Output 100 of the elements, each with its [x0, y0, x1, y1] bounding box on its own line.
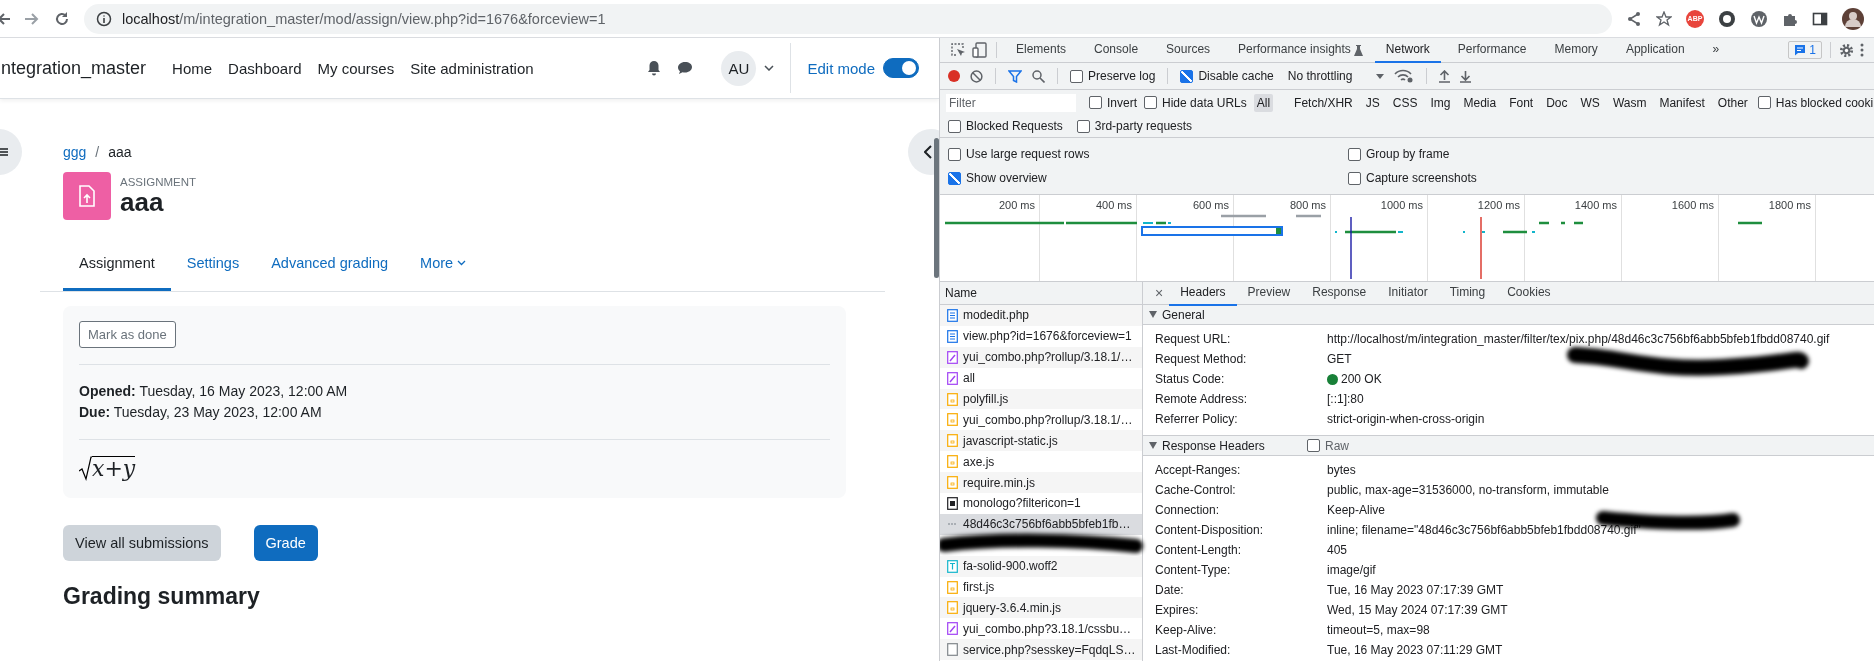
grade-button[interactable]: Grade: [253, 525, 318, 561]
column-header[interactable]: Name: [940, 282, 1142, 305]
more-tabs-button[interactable]: »: [1701, 38, 1731, 63]
back-icon[interactable]: [0, 10, 10, 27]
tab[interactable]: Assignment: [63, 238, 171, 291]
type-filter-button[interactable]: WS: [1577, 93, 1603, 112]
issues-badge[interactable]: 1: [1788, 41, 1822, 59]
type-filter-button[interactable]: Font: [1506, 93, 1537, 112]
type-filter-button[interactable]: All: [1253, 93, 1274, 112]
checkbox[interactable]: [948, 171, 961, 185]
nav-link[interactable]: Site administration: [410, 59, 534, 77]
request-row[interactable]: all: [940, 367, 1142, 389]
tab[interactable]: Settings: [170, 238, 256, 291]
request-row[interactable]: require.min.js: [940, 472, 1142, 493]
request-row[interactable]: modedit.php: [940, 305, 1142, 326]
bell-icon[interactable]: [647, 60, 662, 76]
inspect-icon[interactable]: [950, 42, 966, 58]
detail-tab[interactable]: Timing: [1438, 280, 1497, 306]
chevron-down-icon[interactable]: [457, 260, 467, 266]
clear-icon[interactable]: [970, 69, 983, 83]
checkbox[interactable]: [1180, 69, 1194, 83]
devtools-tab[interactable]: Memory: [1543, 38, 1609, 63]
settings-icon[interactable]: [1839, 42, 1854, 58]
devtools-tab[interactable]: Console: [1083, 38, 1150, 63]
search-icon[interactable]: [1032, 69, 1045, 83]
user-avatar[interactable]: AU: [721, 50, 757, 86]
info-icon[interactable]: [96, 10, 112, 27]
address-bar[interactable]: localhost/m/integration_master/mod/assign/view.php?id=1676&forceview=1: [84, 3, 1612, 34]
request-row[interactable]: javascript-static.js: [940, 430, 1142, 452]
chevron-down-icon[interactable]: [764, 65, 775, 71]
type-filter-button[interactable]: CSS: [1389, 93, 1421, 112]
record-button[interactable]: [948, 70, 960, 82]
request-row[interactable]: monologo?filtericon=1: [940, 493, 1142, 514]
checkbox[interactable]: [1348, 171, 1361, 185]
type-filter-button[interactable]: Fetch/XHR: [1291, 93, 1356, 112]
devtools-tab[interactable]: Sources: [1155, 38, 1222, 63]
checkbox[interactable]: [1348, 147, 1361, 161]
reload-icon[interactable]: [54, 10, 70, 27]
kebab-menu-icon[interactable]: [1860, 43, 1864, 57]
tab[interactable]: More: [404, 238, 483, 291]
star-icon[interactable]: [1656, 10, 1672, 27]
network-conditions-icon[interactable]: [1394, 69, 1415, 83]
checkbox[interactable]: [1307, 439, 1320, 452]
tab[interactable]: Advanced grading: [255, 238, 405, 291]
sidebar-icon[interactable]: [1812, 10, 1828, 27]
profile-avatar-icon[interactable]: [1842, 7, 1864, 30]
request-row[interactable]: yui_combo.php?rollup/3.18.1/…: [940, 346, 1142, 368]
detail-tab[interactable]: Response: [1301, 280, 1378, 306]
filter-field[interactable]: Filter: [946, 93, 1076, 112]
type-filter-button[interactable]: Img: [1427, 93, 1454, 112]
type-filter-button[interactable]: Wasm: [1609, 93, 1650, 112]
type-filter-button[interactable]: Doc: [1543, 93, 1571, 112]
chat-icon[interactable]: [677, 61, 694, 75]
breadcrumb-item[interactable]: ggg: [63, 144, 87, 160]
request-row[interactable]: first.js: [940, 576, 1142, 598]
request-row[interactable]: jquery-3.6.4.min.js: [940, 597, 1142, 619]
request-row[interactable]: axe.js: [940, 451, 1142, 473]
site-name[interactable]: ntegration_master: [1, 57, 147, 79]
checkbox[interactable]: [948, 119, 961, 133]
checkbox[interactable]: [1757, 96, 1771, 109]
type-filter-button[interactable]: JS: [1362, 93, 1383, 112]
request-row[interactable]: fa-solid-900.woff2: [940, 555, 1142, 577]
share-icon[interactable]: [1626, 10, 1642, 27]
checkbox[interactable]: [1089, 96, 1102, 109]
detail-tab[interactable]: Cookies: [1496, 280, 1562, 306]
type-filter-button[interactable]: Other: [1714, 93, 1751, 112]
type-filter-button[interactable]: Manifest: [1656, 93, 1708, 112]
request-row[interactable]: yui_combo.php?rollup/3.18.1/…: [940, 409, 1142, 431]
dropdown-arrow-icon[interactable]: [1376, 73, 1385, 79]
section-header[interactable]: General: [1143, 305, 1874, 325]
request-row[interactable]: yui_combo.php?3.18.1/cssbu…: [940, 618, 1142, 640]
filter-icon[interactable]: [1008, 69, 1022, 83]
nav-link[interactable]: My courses: [317, 59, 395, 77]
download-icon[interactable]: [1460, 69, 1472, 83]
checkbox[interactable]: [1070, 69, 1083, 83]
devtools-tab[interactable]: Performance insights: [1227, 38, 1362, 63]
scrollbar-thumb[interactable]: [934, 138, 939, 278]
forward-icon[interactable]: [24, 10, 40, 27]
section-header[interactable]: Response Headers Raw: [1143, 435, 1874, 456]
extension-icon[interactable]: [1718, 9, 1736, 28]
nav-link[interactable]: Home: [172, 59, 213, 77]
detail-tab[interactable]: Preview: [1236, 280, 1302, 306]
request-row[interactable]: 48d46c3c756bf6abb5bfeb1fb…: [940, 513, 1142, 535]
nav-link[interactable]: Dashboard: [228, 59, 302, 77]
devtools-tab[interactable]: Application: [1614, 38, 1696, 63]
devtools-tab[interactable]: Elements: [1005, 38, 1078, 63]
request-row[interactable]: service.php?sesskey=FqdqLS…: [940, 639, 1142, 661]
device-toolbar-icon[interactable]: [972, 42, 988, 58]
extension-icon[interactable]: [1750, 9, 1768, 28]
mark-as-done-button[interactable]: Mark as done: [79, 321, 176, 348]
type-filter-button[interactable]: Media: [1460, 93, 1500, 112]
request-row[interactable]: view.php?id=1676&forceview=1: [940, 325, 1142, 347]
checkbox[interactable]: [948, 147, 961, 161]
detail-tab[interactable]: Initiator: [1377, 280, 1439, 306]
view-submissions-button[interactable]: View all submissions: [63, 525, 221, 561]
close-button[interactable]: ×: [1149, 285, 1170, 301]
expand-triangle-icon[interactable]: [1149, 311, 1157, 318]
checkbox[interactable]: [1076, 119, 1090, 133]
checkbox[interactable]: [1144, 96, 1157, 109]
devtools-tab[interactable]: Performance: [1446, 38, 1538, 63]
